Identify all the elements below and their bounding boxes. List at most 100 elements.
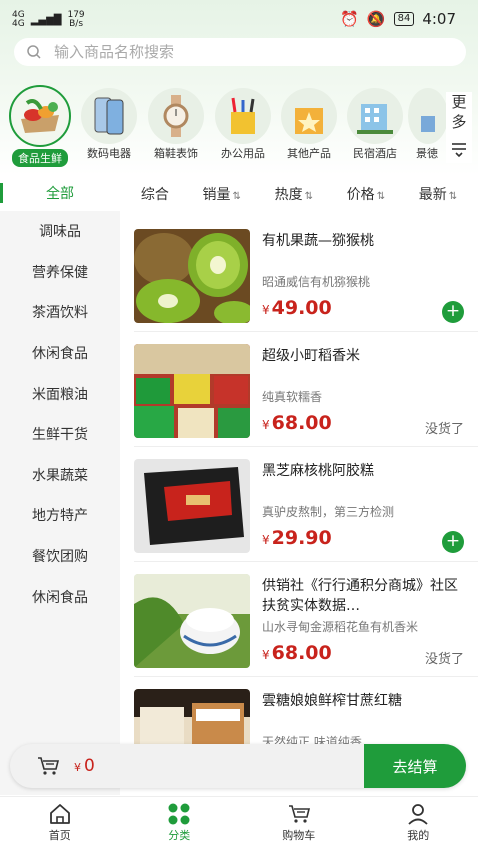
product-card[interactable]: 有机果蔬—猕猴桃 昭通威信有机猕猴桃 ¥49.00 + — [134, 229, 464, 329]
cart-icon[interactable] — [36, 755, 60, 777]
category-hotel[interactable]: 民宿酒店 — [342, 88, 408, 161]
category-office[interactable]: 办公用品 — [210, 88, 276, 161]
home-icon — [49, 804, 70, 824]
currency-symbol: ¥ — [74, 761, 81, 774]
sidebar-item[interactable]: 营养保健 — [0, 252, 120, 293]
category-strip: 食品生鲜 数码电器 箱鞋表饰 办公用品 其他产品 民宿酒店 景徳 — [0, 85, 478, 167]
nav-category[interactable]: 分类 — [139, 797, 219, 850]
category-label: 箱鞋表饰 — [154, 147, 198, 160]
more-label-line2: 多 — [451, 113, 467, 131]
more-categories-button[interactable]: 更 多 — [446, 92, 472, 163]
divider — [134, 676, 478, 677]
category-icon — [168, 803, 190, 825]
nav-label: 购物车 — [282, 829, 316, 842]
product-card[interactable]: 超级小町稻香米 纯真软糯香 ¥68.00 没货了 — [134, 344, 464, 444]
divider — [134, 446, 478, 447]
nav-label: 首页 — [48, 829, 71, 842]
clock: 4:07 — [422, 10, 456, 28]
category-label: 民宿酒店 — [353, 147, 397, 160]
category-sidebar: 全部 调味品 营养保健 茶酒饮料 休闲食品 米面粮油 生鲜干货 水果蔬菜 地方特产 餐饮团购 休闲… — [0, 175, 120, 795]
sort-newest[interactable]: 最新 ⇅ — [419, 184, 457, 204]
sort-arrows-icon: ⇅ — [232, 191, 241, 202]
sidebar-item[interactable]: 休闲食品 — [0, 576, 120, 617]
sort-comprehensive[interactable]: 综合 — [141, 184, 169, 204]
mute-icon: 🔕 — [366, 10, 386, 28]
currency-symbol: ¥ — [262, 418, 270, 432]
speed-indicator: 179 B/s — [67, 11, 84, 29]
sidebar-item[interactable]: 水果蔬菜 — [0, 455, 120, 496]
product-desc: 纯真软糯香 — [262, 390, 323, 404]
sidebar-item[interactable]: 餐饮团购 — [0, 536, 120, 577]
product-desc: 真驴皮熬制，第三方检测 — [262, 505, 395, 519]
product-image-gift-box — [134, 459, 250, 553]
cart-icon — [288, 805, 310, 823]
category-digital[interactable]: 数码电器 — [76, 88, 142, 161]
out-of-stock-label: 没货了 — [424, 652, 464, 667]
search-input[interactable] — [54, 43, 434, 61]
product-name: 供销社《行行通积分商城》社区扶贫实体数据… — [262, 578, 458, 614]
sidebar-item[interactable]: 调味品 — [0, 211, 120, 252]
hotel-icon — [347, 88, 403, 144]
cart-total-value: 0 — [84, 756, 95, 776]
sort-label: 最新 — [418, 187, 447, 203]
product-price: ¥68.00 — [262, 412, 332, 434]
sort-price[interactable]: 价格 ⇅ — [347, 184, 385, 204]
currency-symbol: ¥ — [262, 533, 270, 547]
box-star-icon — [281, 88, 337, 144]
cart-total: ¥0 — [74, 756, 95, 776]
product-name: 超级小町稻香米 — [262, 348, 360, 364]
nav-home[interactable]: 首页 — [20, 797, 100, 850]
nav-cart[interactable]: 购物车 — [259, 797, 339, 850]
nav-label: 我的 — [407, 829, 430, 842]
user-icon — [408, 804, 428, 825]
product-card[interactable]: 供销社《行行通积分商城》社区扶贫实体数据… 山水寻甸金源稻花鱼有机香米 ¥68.… — [134, 574, 464, 674]
nav-label: 分类 — [168, 829, 191, 842]
product-card[interactable]: 黑芝麻核桃阿胶糕 真驴皮熬制，第三方检测 ¥29.90 + — [134, 459, 464, 559]
category-scenic[interactable]: 景徳 — [408, 88, 446, 161]
search-bar[interactable] — [14, 38, 466, 66]
category-watches[interactable]: 箱鞋表饰 — [143, 88, 209, 161]
status-bar: 4G 4G ▂▄▆█ 179 B/s ⏰ 🔕 84 4:07 — [0, 0, 478, 36]
price-value: 29.90 — [271, 527, 332, 549]
battery-level: 84 — [393, 12, 415, 26]
product-price: ¥68.00 — [262, 642, 332, 664]
sidebar-item[interactable]: 茶酒饮料 — [0, 292, 120, 333]
category-other[interactable]: 其他产品 — [276, 88, 342, 161]
sort-sales[interactable]: 销量 ⇅ — [203, 184, 241, 204]
price-value: 68.00 — [271, 642, 332, 664]
category-label: 其他产品 — [287, 147, 331, 160]
cart-bar: ¥0 去结算 — [10, 744, 466, 788]
category-food-fresh[interactable]: 食品生鲜 — [7, 85, 73, 167]
product-image-rice-bowl — [134, 574, 250, 668]
category-label: 景徳 — [416, 147, 438, 160]
speed-unit: B/s — [69, 19, 84, 29]
divider — [134, 561, 478, 562]
add-to-cart-button[interactable]: + — [442, 301, 464, 323]
food-fresh-icon — [9, 85, 71, 147]
sidebar-item[interactable]: 米面粮油 — [0, 373, 120, 414]
watch-icon — [148, 88, 204, 144]
nav-profile[interactable]: 我的 — [378, 797, 458, 850]
add-to-cart-button[interactable]: + — [442, 531, 464, 553]
out-of-stock-label: 没货了 — [424, 422, 464, 437]
sort-label: 热度 — [274, 187, 303, 203]
expand-menu-icon — [452, 143, 466, 158]
category-label: 食品生鲜 — [12, 149, 68, 167]
product-name: 有机果蔬—猕猴桃 — [262, 233, 374, 249]
sort-popularity[interactable]: 热度 ⇅ — [275, 184, 313, 204]
alarm-icon: ⏰ — [340, 10, 359, 28]
product-desc: 山水寻甸金源稻花鱼有机香米 — [262, 620, 419, 634]
sidebar-item-all[interactable]: 全部 — [0, 175, 120, 211]
checkout-button[interactable]: 去结算 — [364, 744, 466, 788]
sidebar-item[interactable]: 生鲜干货 — [0, 414, 120, 455]
divider — [134, 331, 478, 332]
product-list: 有机果蔬—猕猴桃 昭通威信有机猕猴桃 ¥49.00 + 超级小町稻香米 纯真软糯… — [120, 213, 478, 795]
sidebar-item[interactable]: 地方特产 — [0, 495, 120, 536]
sort-arrows-icon: ⇅ — [376, 191, 386, 202]
category-label: 办公用品 — [221, 147, 265, 160]
sidebar-item[interactable]: 休闲食品 — [0, 333, 120, 374]
scenic-icon — [408, 88, 446, 144]
sort-arrows-icon: ⇅ — [448, 191, 458, 202]
more-label-line1: 更 — [451, 93, 467, 111]
network-bottom: 4G — [12, 19, 25, 29]
